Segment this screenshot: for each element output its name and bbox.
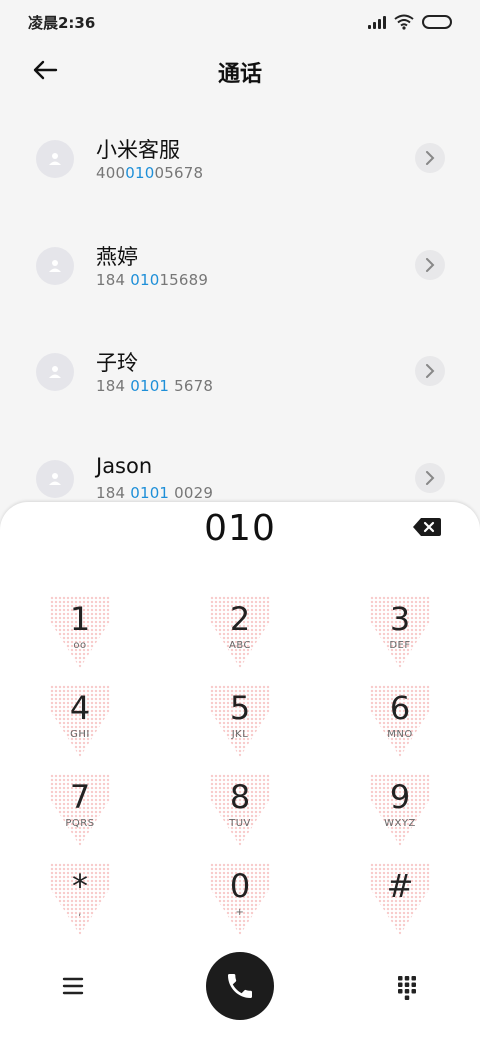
key-digit: 4 [69, 689, 91, 727]
chevron-right-icon [426, 470, 435, 485]
key-letters: GHI [70, 729, 90, 740]
key-6[interactable]: 6 MNO [340, 683, 460, 763]
key-5[interactable]: 5 JKL [180, 683, 300, 763]
key-3[interactable]: 3 DEF [340, 594, 460, 674]
number-match: 010 [125, 164, 155, 182]
contact-details-button[interactable] [415, 143, 445, 173]
key-letters: , [78, 907, 82, 918]
key-digit: 7 [69, 778, 91, 816]
avatar [36, 140, 74, 178]
key-7[interactable]: 7 PQRS [20, 772, 140, 852]
key-letters: JKL [231, 729, 249, 740]
avatar [36, 353, 74, 391]
key-letters: TUV [229, 818, 251, 829]
call-button[interactable] [206, 952, 274, 1020]
person-icon [49, 153, 61, 165]
contact-number: 40001005678 [96, 164, 204, 182]
status-time: 凌晨2:36 [28, 13, 96, 32]
key-9[interactable]: 9 WXYZ [340, 772, 460, 852]
chevron-right-icon [426, 257, 435, 272]
dialed-number: 010 [204, 508, 276, 549]
status-icons [368, 14, 452, 30]
key-digit: 8 [229, 778, 251, 816]
page-title: 通话 [217, 62, 262, 87]
wifi-icon [394, 14, 414, 30]
voicemail-icon: oo [73, 640, 87, 651]
key-hash[interactable]: # [340, 861, 460, 941]
backspace-icon[interactable] [412, 516, 442, 538]
contact-details-button[interactable] [415, 356, 445, 386]
key-digit: 0 [229, 867, 251, 905]
key-0[interactable]: 0 + [180, 861, 300, 941]
contact-row[interactable]: 燕婷 184 01015689 [0, 211, 480, 318]
key-letters: DEF [389, 640, 411, 651]
phone-icon [228, 974, 252, 998]
contact-row[interactable]: 小米客服 40001005678 [0, 104, 480, 211]
contact-name: Jason [96, 453, 153, 478]
status-bar: 凌晨2:36 [0, 0, 480, 44]
contact-name: 子玲 [96, 351, 138, 375]
contact-number: 184 0101 5678 [96, 377, 214, 395]
number-match: 0101 [130, 483, 170, 502]
key-digit: 2 [229, 600, 251, 638]
contact-name: 燕婷 [96, 244, 138, 269]
key-letters: PQRS [65, 818, 95, 829]
key-digit: 1 [69, 600, 91, 638]
key-1[interactable]: 1 oo [20, 594, 140, 674]
number-match: 0101 [130, 377, 170, 395]
key-digit: * [72, 867, 88, 905]
key-letters: ABC [228, 640, 251, 651]
header: 通话 [0, 44, 480, 96]
avatar [36, 459, 74, 498]
key-letters: + [235, 907, 245, 918]
contact-details-button[interactable] [415, 249, 445, 280]
key-digit: # [386, 867, 414, 905]
person-icon [49, 472, 61, 485]
chevron-right-icon [426, 151, 435, 165]
key-letters: MNO [387, 729, 413, 740]
key-digit: 9 [389, 778, 411, 816]
chevron-right-icon [426, 364, 435, 378]
dialpad: 010 1 oo 2 ABC 3 DEF 4 GHI 5 JKL 6 MNO 7… [0, 502, 480, 1040]
key-star[interactable]: * , [20, 861, 140, 941]
contact-number: 184 0101 0029 [96, 483, 214, 502]
key-8[interactable]: 8 TUV [180, 772, 300, 852]
number-match: 010 [130, 270, 160, 289]
contact-list: 小米客服 40001005678 燕婷 184 01015689 子玲 184 … [0, 104, 480, 530]
keypad-icon[interactable] [392, 972, 422, 1002]
key-digit: 5 [229, 689, 251, 727]
person-icon [49, 259, 61, 272]
battery-icon [422, 15, 452, 29]
key-4[interactable]: 4 GHI [20, 683, 140, 763]
person-icon [49, 366, 61, 378]
key-digit: 3 [389, 600, 411, 638]
menu-icon[interactable] [58, 974, 88, 998]
contact-name: 小米客服 [96, 138, 180, 162]
signal-icon [368, 15, 386, 29]
key-2[interactable]: 2 ABC [180, 594, 300, 674]
key-digit: 6 [389, 689, 411, 727]
contact-number: 184 01015689 [96, 270, 209, 289]
avatar [36, 246, 74, 285]
contact-row[interactable]: 子玲 184 0101 5678 [0, 317, 480, 424]
key-letters: WXYZ [384, 818, 416, 829]
contact-details-button[interactable] [415, 462, 445, 493]
